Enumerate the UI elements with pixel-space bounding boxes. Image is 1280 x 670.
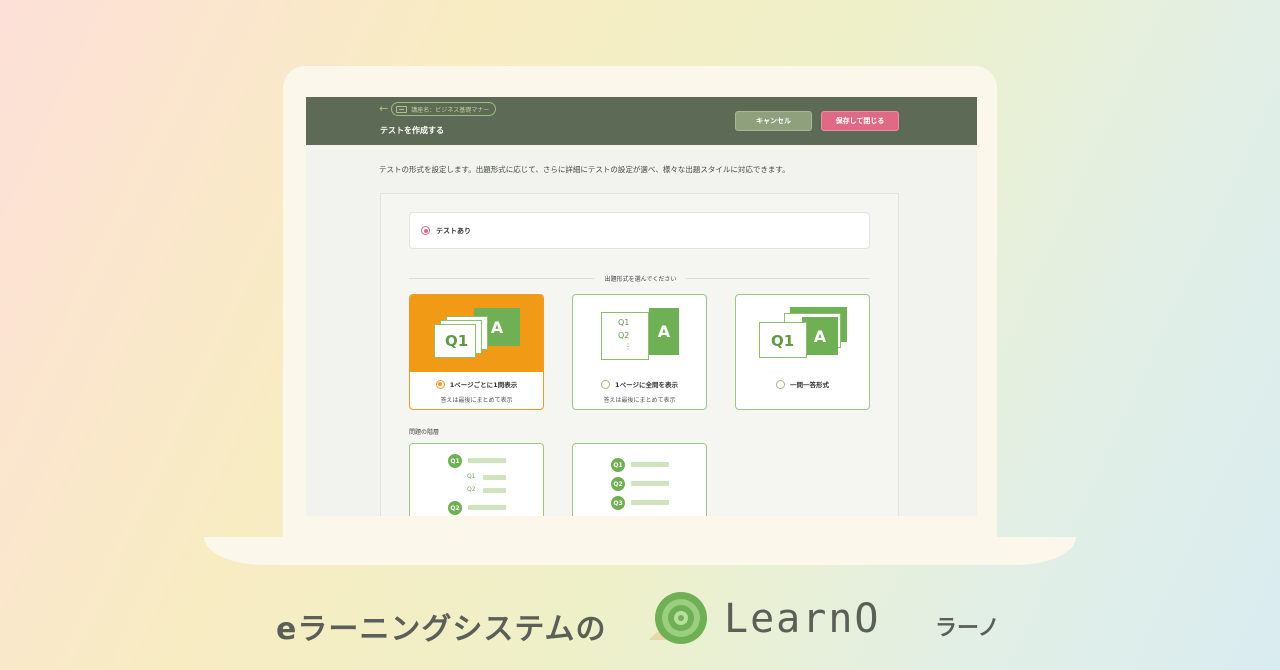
app-screen: ← 講座名：ビジネス基礎マナー テストを作成する キャンセル 保存して閉じる テ…: [306, 97, 977, 516]
q2-badge: Q2: [611, 477, 625, 491]
laptop-base: [204, 537, 1076, 565]
hierarchy-heading: 問題の階層: [409, 429, 440, 436]
q1-art-label: Q1: [618, 318, 630, 327]
format-option-3: 一問一答形式: [736, 379, 869, 389]
format-radio-3[interactable]: [776, 379, 785, 389]
sub-q2-label: Q2: [467, 486, 476, 493]
hierarchy-card-nested[interactable]: Q1 Q1 Q2 Q2: [409, 443, 544, 516]
save-close-button[interactable]: 保存して閉じる: [821, 111, 899, 131]
q1-badge: Q1: [448, 454, 462, 468]
back-link[interactable]: ← 講座名：ビジネス基礎マナー: [379, 102, 497, 116]
answer-sheet: A: [649, 308, 679, 355]
q2-bar: [468, 505, 506, 510]
q3-badge: Q3: [611, 496, 625, 510]
sub-q1-bar: [483, 475, 506, 480]
sub-q1-label: Q1: [467, 473, 476, 480]
q2-badge: Q2: [448, 501, 462, 515]
q1-art-label: Q1: [771, 332, 795, 350]
format-option-1: 1ページごとに1問表示: [410, 379, 543, 389]
format-radio-2[interactable]: [601, 379, 611, 389]
test-enabled-radio[interactable]: [421, 226, 430, 235]
q1-badge: Q1: [611, 458, 625, 472]
cancel-button[interactable]: キャンセル: [735, 111, 812, 131]
dots-art-label: ⋮: [624, 342, 632, 351]
q1-bar: [631, 462, 669, 467]
q1-art-label: Q1: [445, 332, 469, 350]
format-card-one-per-page[interactable]: A Q1 1ページごとに1問表示 答えは最後にまとめて表示: [409, 294, 544, 410]
brand-tagline: eラーニングシステムの: [276, 612, 607, 647]
answer-sheet: A: [802, 317, 838, 355]
format-card-all-per-page[interactable]: A Q1 Q2 ⋮ 1ページに全問を表示 答えは最後にまとめて表示: [572, 294, 707, 410]
course-pill[interactable]: 講座名：ビジネス基礎マナー: [391, 102, 497, 116]
format-sub-1: 答えは最後にまとめて表示: [440, 397, 513, 404]
format-heading: 出題形式を選んでください: [604, 276, 677, 283]
brand-footer: eラーニングシステムの LearnO ラーノ: [0, 588, 1280, 658]
brand-kana: ラーノ: [935, 616, 1000, 641]
app-header: ← 講座名：ビジネス基礎マナー テストを作成する キャンセル 保存して閉じる: [306, 97, 977, 145]
format-card-qa[interactable]: A Q1 一問一答形式: [735, 294, 870, 410]
test-enabled-option[interactable]: テストあり: [409, 212, 870, 249]
page-title: テストを作成する: [380, 126, 444, 135]
course-icon: [396, 105, 408, 113]
format-radio-1[interactable]: [435, 379, 445, 389]
description-text: テストの形式を設定します。出題形式に応じて、さらに詳細にテストの設定が選べ、様々…: [379, 165, 790, 174]
q2-bar: [631, 481, 669, 486]
format-option-2: 1ページに全問を表示: [573, 379, 706, 389]
test-enabled-label: テストあり: [436, 226, 471, 235]
course-name: 講座名：ビジネス基礎マナー: [411, 106, 490, 114]
q1-bar: [468, 458, 506, 463]
sub-q2-bar: [483, 488, 506, 493]
learno-logo-icon: [649, 592, 707, 644]
q3-bar: [631, 500, 669, 505]
settings-panel: テストあり 出題形式を選んでください A Q1 1ページごとに1問表示 答えは最…: [380, 193, 899, 516]
hierarchy-card-flat[interactable]: Q1 Q2 Q3: [572, 443, 707, 516]
brand-name: LearnO: [724, 596, 881, 642]
format-sub-2: 答えは最後にまとめて表示: [603, 397, 676, 404]
back-arrow-icon: ←: [379, 102, 389, 115]
